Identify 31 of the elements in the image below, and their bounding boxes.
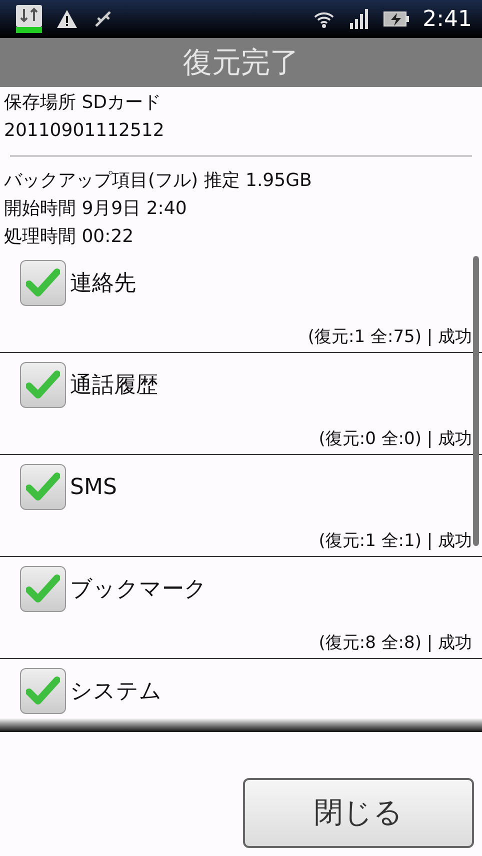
checkbox[interactable] [20,668,66,714]
signal-icon [348,9,369,29]
checkbox[interactable] [20,464,66,510]
checkbox[interactable] [20,566,66,612]
check-icon [26,370,60,400]
check-icon [26,676,60,706]
clock-time: 2:41 [422,6,472,32]
result-text: (復元:8 全:8) | 成功 [318,632,472,654]
checkbox[interactable] [20,260,66,306]
check-icon [26,472,60,502]
item-label: 通話履歴 [70,372,158,400]
battery-charging-icon [382,10,409,28]
warning-icon [56,9,78,29]
item-label: SMS [70,474,117,500]
info-text: 保存場所 SDカード [3,91,162,115]
detail-text: 開始時間 9月9日 2:40 [3,197,188,221]
download-icon [16,5,42,33]
item-label: システム [70,678,162,706]
result-text: (復元:1 全:1) | 成功 [318,530,472,552]
dialog-title: 復元完了 [183,44,299,80]
checkbox[interactable] [20,362,66,408]
result-text: (復元:0 全:0) | 成功 [318,428,472,450]
info-text: 20110901112512 [3,119,166,143]
check-icon [26,268,60,298]
result-text: (復元:1 全:75) | 成功 [308,326,472,348]
item-label: 連絡先 [70,270,136,298]
detail-text: 処理時間 00:22 [3,225,135,249]
close-button[interactable]: 閉じる [243,778,474,848]
check-icon [26,574,60,604]
detail-text: バックアップ項目(フル) 推定 1.95GB [3,169,313,193]
item-label: ブックマーク [70,576,207,604]
